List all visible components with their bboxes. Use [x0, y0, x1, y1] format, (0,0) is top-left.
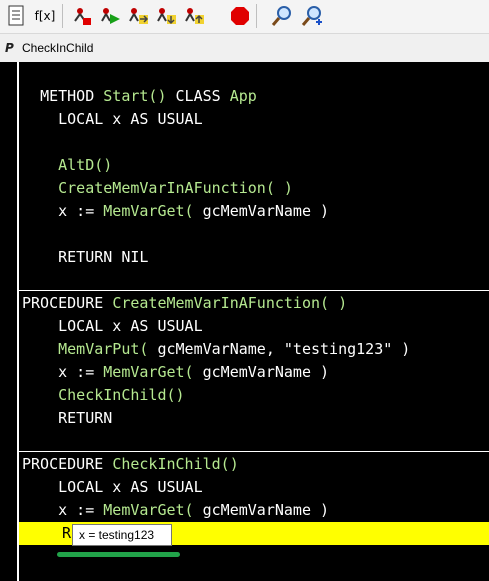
- code-line: PROCEDURE CheckInChild(): [22, 455, 239, 473]
- annotation-underline: [57, 552, 180, 557]
- code-line: x := MemVarGet( gcMemVarName ): [22, 501, 330, 519]
- code-line: x := MemVarGet( gcMemVarName ): [22, 202, 330, 220]
- debug-toolbar: f[x]: [0, 0, 489, 34]
- zoom-search-icon[interactable]: [270, 3, 294, 29]
- step-out-icon[interactable]: [182, 3, 206, 29]
- step-over-icon[interactable]: [126, 3, 150, 29]
- code-line: AltD(): [22, 156, 113, 174]
- document-list-icon[interactable]: [4, 3, 28, 29]
- code-line: x := MemVarGet( gcMemVarName ): [22, 363, 330, 381]
- fx-icon: f[x]: [34, 9, 56, 23]
- method-separator: [19, 290, 489, 291]
- code-line: RETURN NIL: [22, 248, 149, 266]
- method-separator: [19, 451, 489, 452]
- step-into-icon[interactable]: [154, 3, 178, 29]
- stop-here-icon[interactable]: [70, 3, 94, 29]
- code-line: METHOD Start() CLASS App: [40, 87, 257, 105]
- code-line: RETURN: [22, 409, 113, 427]
- code-line: LOCAL x AS USUAL: [22, 317, 203, 335]
- code-line: PROCEDURE CreateMemVarInAFunction( ): [22, 294, 348, 312]
- toolbar-separator: [62, 4, 63, 28]
- run-to-cursor-icon[interactable]: [98, 3, 122, 29]
- code-line: LOCAL x AS USUAL: [22, 478, 203, 496]
- tab-title: CheckInChild: [22, 41, 94, 55]
- variable-tooltip: x = testing123: [72, 524, 172, 546]
- fx-button[interactable]: f[x]: [32, 3, 58, 29]
- code-line: LOCAL x AS USUAL: [22, 110, 203, 128]
- gutter-divider: [17, 62, 19, 581]
- procedure-icon: P: [5, 41, 14, 55]
- code-line: CreateMemVarInAFunction( ): [22, 179, 293, 197]
- current-line-text: R: [62, 524, 72, 542]
- add-watch-icon[interactable]: [300, 3, 324, 29]
- stop-icon[interactable]: [228, 3, 252, 29]
- toolbar-separator: [256, 4, 257, 28]
- code-line: MemVarPut( gcMemVarName, "testing123" ): [22, 340, 411, 358]
- code-line: CheckInChild(): [22, 386, 185, 404]
